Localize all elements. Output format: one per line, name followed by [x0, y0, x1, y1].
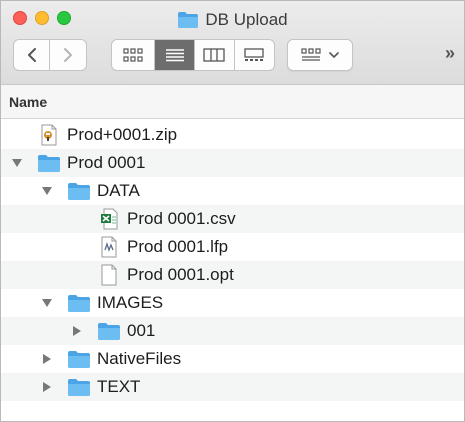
- file-row[interactable]: TEXT: [1, 373, 464, 401]
- window-title-text: DB Upload: [205, 10, 288, 29]
- excel-csv-icon: [100, 208, 118, 235]
- file-name-label: Prod+0001.zip: [67, 125, 178, 144]
- column-view-button[interactable]: [195, 40, 235, 70]
- disclosure-expanded-icon[interactable]: [11, 157, 23, 169]
- list-view-icon: [165, 49, 184, 62]
- disclosure-expanded-icon[interactable]: [41, 297, 53, 309]
- chevron-right-icon: [64, 48, 72, 62]
- folder-icon: [178, 12, 199, 28]
- file-name-label: Prod 0001.csv: [127, 209, 236, 228]
- folder-icon: [67, 378, 91, 402]
- file-row[interactable]: NativeFiles: [1, 345, 464, 373]
- file-row[interactable]: 001: [1, 317, 464, 345]
- disclosure-collapsed-icon[interactable]: [41, 381, 53, 393]
- file-row[interactable]: Prod 0001.lfp: [1, 233, 464, 261]
- disclosure-collapsed-icon[interactable]: [41, 353, 53, 365]
- file-name-label: Prod 0001.opt: [127, 265, 234, 284]
- file-name-label: DATA: [97, 181, 140, 200]
- file-row[interactable]: Prod 0001.opt: [1, 261, 464, 289]
- chevron-left-icon: [27, 48, 36, 62]
- chevron-down-icon: [329, 52, 339, 59]
- icon-view-button[interactable]: [112, 40, 156, 70]
- column-view-icon: [203, 48, 225, 62]
- window-title: DB Upload: [1, 7, 464, 33]
- nav-buttons: [13, 39, 87, 71]
- gallery-view-button[interactable]: [235, 40, 275, 70]
- file-row[interactable]: Prod 0001: [1, 149, 464, 177]
- title-bar: DB Upload »: [1, 1, 464, 85]
- file-row[interactable]: Prod+0001.zip: [1, 121, 464, 149]
- file-name-label: IMAGES: [97, 293, 164, 312]
- more-toolbar-items-button[interactable]: »: [445, 43, 455, 64]
- lfp-document-icon: [100, 236, 118, 263]
- name-column-header[interactable]: Name: [1, 85, 464, 119]
- file-row[interactable]: Prod 0001.csv: [1, 205, 464, 233]
- file-row[interactable]: IMAGES: [1, 289, 464, 317]
- file-name-label: Prod 0001: [67, 153, 146, 172]
- list-view-button[interactable]: [155, 40, 195, 70]
- icon-view-icon: [123, 48, 143, 62]
- file-row[interactable]: DATA: [1, 177, 464, 205]
- forward-button[interactable]: [50, 40, 86, 70]
- finder-window: DB Upload » Name Prod+0001.zip Prod 0001…: [0, 0, 465, 422]
- view-mode-control: [111, 39, 275, 71]
- file-name-label: 001: [127, 321, 156, 340]
- group-by-button[interactable]: [287, 39, 353, 71]
- file-name-label: NativeFiles: [97, 349, 182, 368]
- back-button[interactable]: [14, 40, 51, 70]
- folder-icon: [97, 322, 121, 346]
- file-name-label: TEXT: [97, 377, 141, 396]
- folder-icon: [67, 294, 91, 318]
- disclosure-expanded-icon[interactable]: [41, 185, 53, 197]
- folder-icon: [67, 182, 91, 206]
- zip-archive-icon: [40, 124, 58, 151]
- blank-document-icon: [100, 264, 118, 291]
- name-column-label: Name: [9, 93, 48, 110]
- group-grid-icon: [301, 48, 321, 61]
- disclosure-collapsed-icon[interactable]: [71, 325, 83, 337]
- gallery-view-icon: [244, 48, 264, 61]
- file-name-label: Prod 0001.lfp: [127, 237, 229, 256]
- folder-icon: [67, 350, 91, 374]
- folder-icon: [37, 154, 61, 178]
